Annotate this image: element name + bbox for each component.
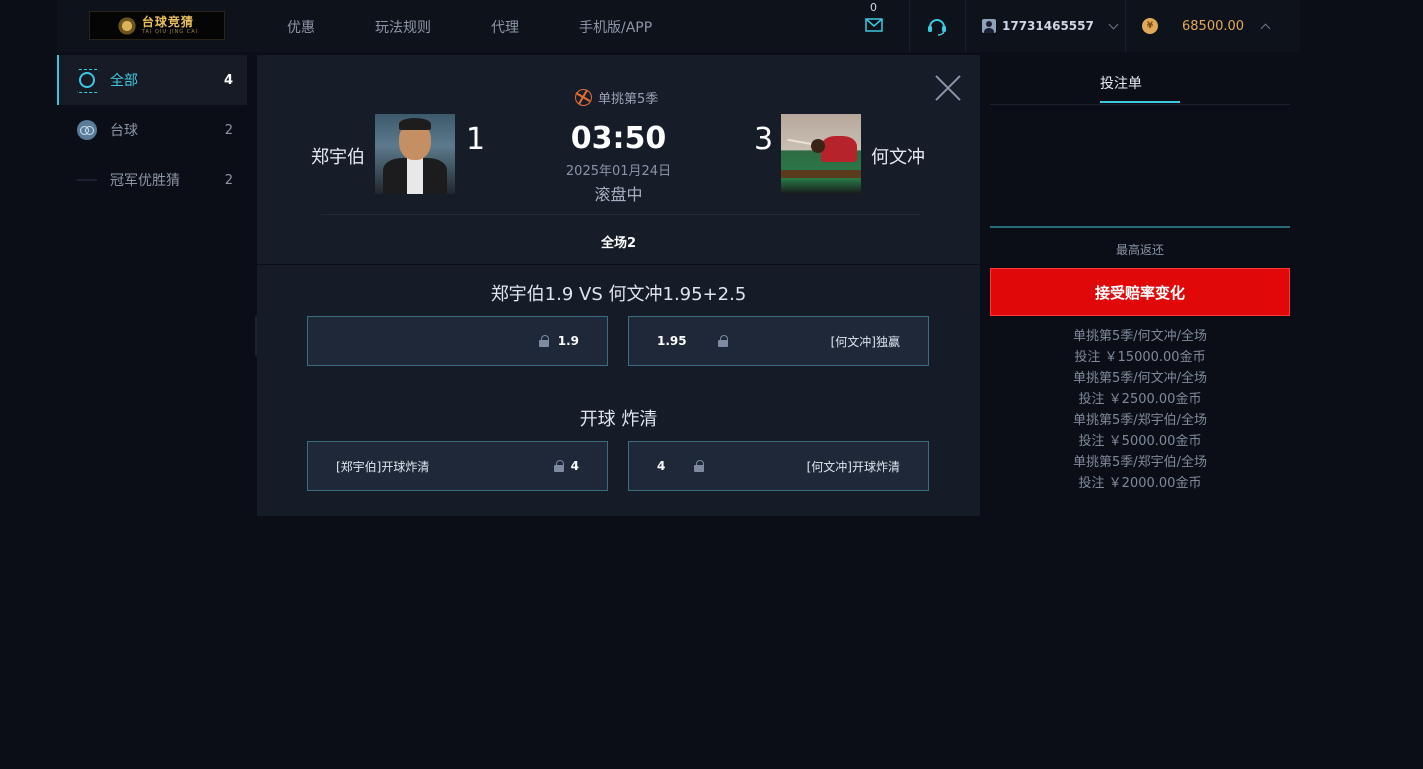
list-item: 单挑第5季/郑宇伯/全场 <box>1072 455 1208 470</box>
odds-label: [何文冲]开球炸清 <box>806 459 900 474</box>
billiards-ball-icon <box>77 120 97 140</box>
scoreboard: 单挑第5季 郑宇伯 1 03:50 2025年01月24日 滚盘中 3 何文冲 … <box>257 55 980 265</box>
odds-value: 4 <box>657 459 666 473</box>
mail-icon <box>865 18 883 32</box>
market-title: 郑宇伯1.9 VS 何文冲1.95+2.5 <box>490 284 747 305</box>
lock-icon <box>538 335 550 347</box>
divider <box>990 104 1290 105</box>
accept-odds-change-button[interactable]: 接受赔率变化 <box>990 268 1290 316</box>
sidebar-item-all[interactable]: 全部 4 <box>57 55 247 105</box>
account-menu[interactable]: 17731465557 <box>966 0 1126 52</box>
away-score: 3 <box>754 122 774 157</box>
mail-count-badge: 0 <box>870 1 877 14</box>
logo-text: 台球竞猜 <box>141 15 194 29</box>
list-item: 投注 ￥2000.00金币 <box>1078 476 1202 491</box>
site-logo[interactable]: 台球竞猜 TAI QIU JING CAI <box>89 11 225 40</box>
headset-icon <box>927 19 946 36</box>
match-detail-modal: 单挑第5季 郑宇伯 1 03:50 2025年01月24日 滚盘中 3 何文冲 … <box>257 55 980 516</box>
odds-value: 4 <box>570 459 579 473</box>
away-team-name: 何文冲 <box>871 147 925 168</box>
logo-emblem-icon <box>115 16 138 35</box>
list-item: 投注 ￥5000.00金币 <box>1078 434 1202 449</box>
chevron-down-icon <box>1108 19 1119 29</box>
odds-label: [郑宇伯]开球炸清 <box>336 459 430 474</box>
tab-underline <box>1100 101 1180 103</box>
odds-button-home[interactable]: [郑宇伯]开球炸清 4 <box>307 441 608 491</box>
nav-rules[interactable]: 玩法规则 <box>375 17 431 37</box>
league-label: 单挑第5季 <box>575 88 658 107</box>
list-item: 单挑第5季/何文冲/全场 <box>1072 371 1208 386</box>
nav-agent[interactable]: 代理 <box>491 17 519 37</box>
sport-sidebar: 全部 4 台球 2 冠军优胜猜 2 <box>57 55 247 205</box>
odds-button-away[interactable]: 1.95 [何文冲]独赢 <box>628 316 929 366</box>
tab-full-match[interactable]: 全场2 <box>257 232 980 251</box>
customer-service-button[interactable] <box>908 0 966 52</box>
max-return-label: 最高返还 <box>1115 243 1164 257</box>
nav-mobile-app[interactable]: 手机版/APP <box>579 17 652 37</box>
chevron-up-icon <box>1260 23 1271 33</box>
target-ring-icon <box>76 69 100 93</box>
lock-icon <box>693 460 705 472</box>
coin-icon: ¥ <box>1142 18 1158 34</box>
odds-label: [何文冲]独赢 <box>830 334 900 349</box>
sidebar-item-billiards[interactable]: 台球 2 <box>57 105 247 155</box>
list-item: 投注 ￥15000.00金币 <box>1074 350 1206 365</box>
ball-league-icon <box>575 89 592 106</box>
match-status: 滚盘中 <box>594 185 643 204</box>
logo-subtext: TAI QIU JING CAI <box>141 29 199 35</box>
odds-value: 1.9 <box>557 334 579 348</box>
odds-button-away[interactable]: 4 [何文冲]开球炸清 <box>628 441 929 491</box>
tab-bet-slip[interactable]: 投注单 <box>1100 73 1142 93</box>
list-item: 单挑第5季/郑宇伯/全场 <box>1072 413 1208 428</box>
divider <box>321 214 921 215</box>
odds-button-home[interactable]: 1.9 <box>307 316 608 366</box>
market-title: 开球 炸清 <box>579 409 658 430</box>
league-name: 单挑第5季 <box>598 92 659 107</box>
sidebar-item-count: 4 <box>223 72 233 88</box>
divider <box>990 226 1290 228</box>
sidebar-item-label: 冠军优胜猜 <box>110 173 180 189</box>
lock-icon <box>717 335 729 347</box>
balance-value: 68500.00 <box>1182 18 1245 34</box>
nav-promotions[interactable]: 优惠 <box>287 17 315 37</box>
lock-icon <box>553 460 565 472</box>
top-header: 台球竞猜 TAI QIU JING CAI 优惠 玩法规则 代理 手机版/APP… <box>57 0 1300 52</box>
account-number: 17731465557 <box>1002 19 1094 33</box>
user-icon <box>982 19 996 33</box>
odds-value: 1.95 <box>657 334 687 348</box>
balance-menu[interactable]: ¥ 68500.00 <box>1142 0 1271 52</box>
trophy-icon <box>77 179 97 181</box>
sidebar-item-champion[interactable]: 冠军优胜猜 2 <box>57 155 247 205</box>
sidebar-item-count: 2 <box>224 172 233 188</box>
mail-button[interactable]: 0 <box>860 0 910 52</box>
sidebar-item-label: 台球 <box>110 123 138 139</box>
list-item: 单挑第5季/何文冲/全场 <box>1072 329 1208 344</box>
close-icon[interactable] <box>935 75 961 101</box>
sidebar-item-label: 全部 <box>110 73 138 89</box>
sidebar-item-count: 2 <box>224 122 233 138</box>
away-player-photo <box>781 114 861 194</box>
bet-history-list: 单挑第5季/何文冲/全场 投注 ￥15000.00金币 单挑第5季/何文冲/全场… <box>990 326 1290 494</box>
list-item: 投注 ￥2500.00金币 <box>1078 392 1202 407</box>
